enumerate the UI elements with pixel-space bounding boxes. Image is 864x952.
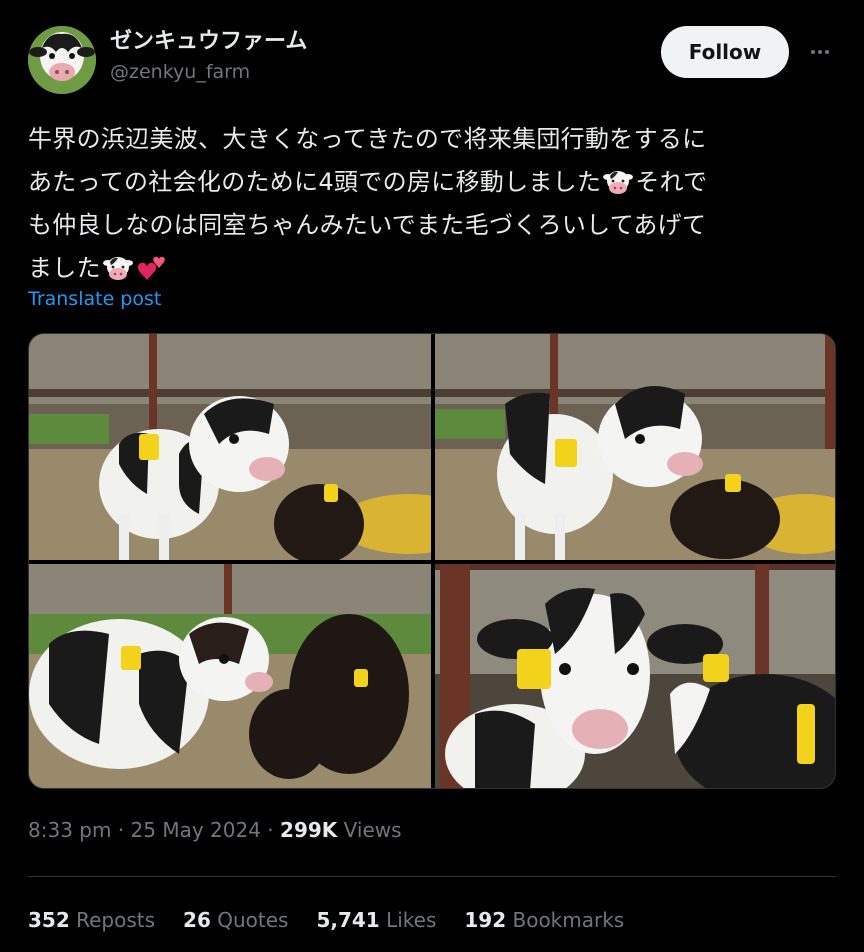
- quotes-count: 26: [183, 908, 211, 932]
- engagement-stats: 352 Reposts 26 Quotes 5,741 Likes 192 Bo…: [28, 908, 624, 932]
- cow-face-emoji-icon: [603, 167, 634, 195]
- post-header: ゼンキュウファーム @zenkyu_farm Follow: [28, 24, 844, 94]
- separator: ·: [111, 818, 131, 842]
- post-text-line: も仲良しなのは同室ちゃんみたいでまた毛づくろいしてあげて: [28, 211, 707, 239]
- reposts-label: Reposts: [69, 908, 156, 932]
- views-count: 299K: [280, 818, 338, 842]
- post-timestamp-row: 8:33 pm · 25 May 2024 · 299K Views: [28, 818, 402, 842]
- bookmarks-count: 192: [464, 908, 507, 932]
- quotes-stat[interactable]: 26 Quotes: [183, 908, 288, 932]
- reposts-count: 352: [28, 908, 70, 932]
- two-calves-grooming-photo-2[interactable]: [435, 334, 835, 560]
- translate-post-link[interactable]: Translate post: [28, 288, 161, 310]
- separator: ·: [260, 818, 281, 842]
- bookmarks-label: Bookmarks: [506, 908, 625, 932]
- author-name-block[interactable]: ゼンキュウファーム @zenkyu_farm: [110, 28, 307, 84]
- likes-label: Likes: [379, 908, 437, 932]
- post-time[interactable]: 8:33 pm: [28, 818, 111, 842]
- author-handle[interactable]: @zenkyu_farm: [110, 60, 307, 84]
- post-text-segment: ました: [28, 254, 101, 282]
- reposts-stat[interactable]: 352 Reposts: [28, 908, 155, 932]
- post-text-segment: それで: [635, 168, 708, 196]
- likes-count: 5,741: [316, 908, 380, 932]
- follow-button[interactable]: Follow: [661, 26, 789, 78]
- author-display-name[interactable]: ゼンキュウファーム: [110, 28, 307, 56]
- calf-closeup-photo[interactable]: [435, 564, 835, 788]
- more-horizontal-icon[interactable]: [806, 38, 834, 66]
- two-calves-grooming-photo-3[interactable]: [29, 564, 431, 788]
- cow-avatar-icon: [28, 26, 96, 94]
- views-label: Views: [337, 818, 402, 842]
- author-avatar[interactable]: [28, 26, 96, 94]
- post-date[interactable]: 25 May 2024: [131, 818, 261, 842]
- likes-stat[interactable]: 5,741 Likes: [316, 908, 436, 932]
- cow-face-emoji-icon: [102, 253, 133, 281]
- post-text-line: あたっての社会化のために4頭での房に移動しました それで: [28, 161, 838, 204]
- post-text-line: ました: [28, 247, 838, 290]
- media-grid: [28, 333, 836, 789]
- post-text: 牛界の浜辺美波、大きくなってきたので将来集団行動をするに あたっての社会化のため…: [28, 118, 838, 290]
- quotes-label: Quotes: [210, 908, 289, 932]
- two-hearts-emoji-icon: [137, 253, 167, 281]
- divider: [28, 876, 836, 877]
- post-text-line: 牛界の浜辺美波、大きくなってきたので将来集団行動をするに: [28, 125, 707, 153]
- two-calves-grooming-photo-1[interactable]: [29, 334, 431, 560]
- post-text-segment: あたっての社会化のために4頭での房に移動しました: [28, 168, 602, 196]
- bookmarks-stat[interactable]: 192 Bookmarks: [464, 908, 624, 932]
